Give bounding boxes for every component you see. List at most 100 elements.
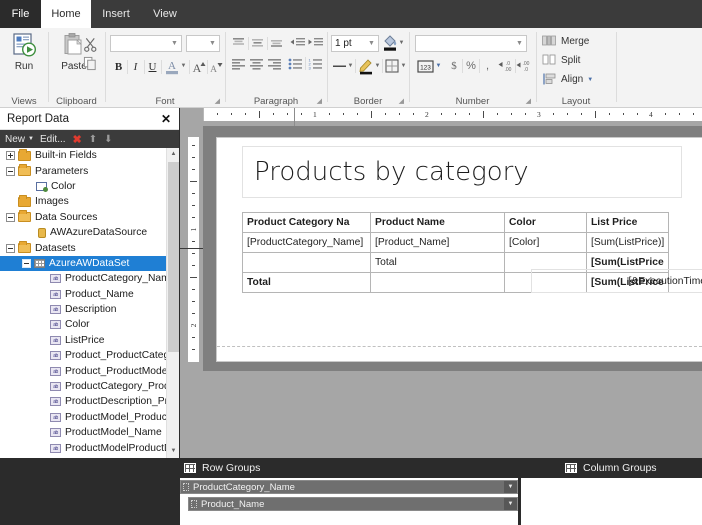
comma-style-button[interactable]: ,: [481, 58, 494, 74]
tree-node-parameter-color[interactable]: Color: [0, 179, 166, 194]
report-data-tree[interactable]: Built-in Fields Parameters Color Images: [0, 148, 166, 458]
decrease-font-size-button[interactable]: A: [208, 58, 223, 75]
tree-node-field[interactable]: ab ProductModel_ProductM: [0, 410, 166, 425]
table-cell[interactable]: [Color]: [504, 232, 587, 253]
tree-node-data-sources[interactable]: Data Sources: [0, 210, 166, 225]
tree-node-field[interactable]: ab ProductCategory_Produc: [0, 379, 166, 394]
border-style-dropdown[interactable]: ▼: [347, 62, 354, 70]
copy-button[interactable]: [81, 55, 99, 71]
tree-node-built-in-fields[interactable]: Built-in Fields: [0, 148, 166, 163]
increase-decimal-button[interactable]: .0 .00: [498, 58, 515, 74]
percent-button[interactable]: %: [464, 58, 478, 74]
expander-icon[interactable]: [6, 166, 15, 176]
tab-home[interactable]: Home: [41, 0, 91, 28]
tree-node-field[interactable]: ab Product_ProductModelID: [0, 363, 166, 378]
underline-button[interactable]: U: [145, 59, 160, 75]
currency-button[interactable]: $: [447, 58, 461, 74]
tree-node-images[interactable]: Images: [0, 194, 166, 209]
table-cell[interactable]: [Sum(ListPrice)]: [585, 232, 670, 253]
table-header-cell[interactable]: Product Category Na: [242, 212, 371, 233]
table-cell[interactable]: Total: [370, 252, 505, 273]
column-groups-list[interactable]: [521, 478, 702, 525]
bulleted-list-button[interactable]: [287, 56, 304, 72]
table-cell[interactable]: [Product_Name]: [370, 232, 505, 253]
number-style-button[interactable]: 123: [416, 58, 434, 74]
expander-icon[interactable]: [6, 212, 15, 222]
border-color-dropdown[interactable]: ▼: [374, 62, 381, 70]
table-cell[interactable]: [ProductCategory_Name]: [242, 232, 371, 253]
align-center-button[interactable]: [248, 56, 265, 72]
move-down-icon[interactable]: ⬇: [104, 134, 112, 145]
tree-node-datasets[interactable]: Datasets: [0, 240, 166, 255]
border-color-button[interactable]: [357, 56, 374, 75]
table-header-cell[interactable]: Product Name: [370, 212, 505, 233]
table-row[interactable]: [ProductCategory_Name] [Product_Name] [C…: [242, 232, 670, 253]
edit-button[interactable]: Edit...: [40, 134, 66, 145]
italic-button[interactable]: I: [128, 59, 143, 75]
align-dropdown-icon[interactable]: ▼: [587, 77, 593, 83]
table-cell[interactable]: Total: [242, 272, 371, 293]
expander-icon[interactable]: [22, 258, 31, 268]
row-groups-list[interactable]: ProductCategory_Name ▼ Product_Name ▼: [180, 478, 518, 525]
border-fill-dropdown[interactable]: ▼: [398, 39, 405, 47]
delete-icon[interactable]: ✖: [73, 133, 82, 146]
border-width-combo[interactable]: 1 pt ▼: [331, 35, 379, 52]
expander-icon[interactable]: [6, 243, 15, 253]
tree-node-field[interactable]: ab Product_Name: [0, 287, 166, 302]
tree-node-dataset-azureawdataset[interactable]: AzureAWDataSet: [0, 255, 166, 272]
row-group-dropdown-icon[interactable]: ▼: [504, 481, 517, 493]
font-color-dropdown[interactable]: ▼: [180, 62, 187, 70]
tree-node-field[interactable]: ab ProductCategory_Name: [0, 271, 166, 286]
borders-dropdown[interactable]: ▼: [400, 62, 407, 70]
decrease-decimal-button[interactable]: .00 .0: [516, 58, 533, 74]
row-group-item[interactable]: ProductCategory_Name ▼: [180, 480, 518, 494]
font-family-combo[interactable]: ▼: [110, 35, 182, 52]
paragraph-dialog-launcher[interactable]: ◢: [317, 97, 322, 105]
bold-button[interactable]: B: [111, 59, 126, 75]
row-group-dropdown-icon[interactable]: ▼: [504, 498, 517, 510]
tab-insert[interactable]: Insert: [91, 0, 141, 28]
tree-node-parameters[interactable]: Parameters: [0, 163, 166, 178]
border-fill-color-button[interactable]: [381, 33, 398, 52]
align-button[interactable]: Align ▼: [542, 71, 593, 88]
expander-icon[interactable]: [6, 151, 15, 161]
align-bottom-button[interactable]: [268, 36, 285, 51]
merge-button[interactable]: Merge: [542, 33, 589, 50]
tree-node-field[interactable]: ab Color: [0, 317, 166, 332]
font-dialog-launcher[interactable]: ◢: [215, 97, 220, 105]
new-dropdown-icon[interactable]: ▼: [28, 136, 34, 142]
borders-button[interactable]: [384, 58, 400, 74]
tree-node-field[interactable]: ab ListPrice: [0, 333, 166, 348]
align-left-button[interactable]: [230, 56, 247, 72]
number-style-dropdown[interactable]: ▼: [435, 62, 442, 70]
table-cell[interactable]: [242, 252, 371, 273]
align-top-button[interactable]: [230, 36, 247, 51]
number-format-combo[interactable]: ▼: [415, 35, 527, 52]
align-middle-button[interactable]: [249, 36, 266, 51]
report-design-surface[interactable]: 1 2 3 4 1 2 Products by category Product…: [180, 108, 702, 458]
report-page[interactable]: Products by category Product Category Na…: [216, 137, 702, 362]
tab-view[interactable]: View: [141, 0, 189, 28]
close-icon[interactable]: ✕: [161, 112, 171, 126]
run-button[interactable]: Run: [1, 32, 47, 88]
table-header-cell[interactable]: List Price: [585, 212, 670, 233]
tree-node-field[interactable]: ab Product_ProductCategor: [0, 348, 166, 363]
tree-node-field[interactable]: ab ProductModelProductDe: [0, 440, 166, 455]
tree-node-field[interactable]: ab ProductDescription_Prod: [0, 394, 166, 409]
increase-font-size-button[interactable]: A: [191, 58, 206, 75]
number-dialog-launcher[interactable]: ◢: [526, 97, 531, 105]
tree-node-field[interactable]: ab Description: [0, 302, 166, 317]
move-up-icon[interactable]: ⬆: [89, 134, 97, 145]
row-group-item[interactable]: Product_Name ▼: [188, 497, 518, 511]
report-title-textbox[interactable]: Products by category: [242, 146, 682, 198]
font-color-button[interactable]: A: [163, 57, 180, 76]
align-right-button[interactable]: [266, 56, 283, 72]
table-row-header[interactable]: Product Category Na Product Name Color L…: [242, 212, 670, 233]
cut-button[interactable]: [81, 36, 99, 52]
new-button[interactable]: New: [5, 134, 25, 145]
increase-indent-button[interactable]: [307, 36, 324, 51]
decrease-indent-button[interactable]: [289, 36, 306, 51]
font-size-combo[interactable]: ▼: [186, 35, 220, 52]
tab-file[interactable]: File: [0, 0, 41, 28]
numbered-list-button[interactable]: 1 2 3: [307, 56, 324, 72]
